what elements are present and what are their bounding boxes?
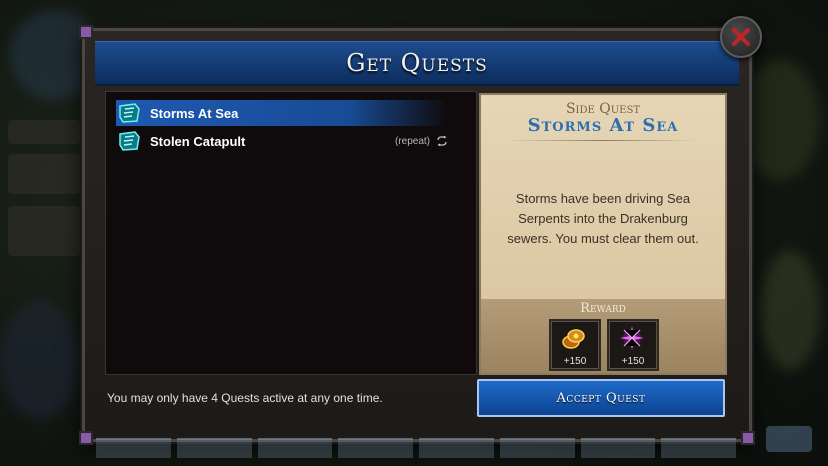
corner-widget bbox=[766, 426, 812, 452]
toolbar-slot bbox=[257, 438, 333, 458]
reward-amount: +150 bbox=[621, 356, 645, 367]
bottom-toolbar bbox=[96, 438, 736, 458]
toolbar-slot bbox=[499, 438, 575, 458]
toolbar-slot bbox=[661, 438, 736, 458]
toolbar-slot bbox=[338, 438, 413, 458]
quest-title: Storms At Sea bbox=[527, 115, 679, 136]
quest-list: Storms At Sea Stolen Catapult (repeat) bbox=[105, 91, 477, 375]
reward-amount: +150 bbox=[563, 356, 587, 367]
title-divider bbox=[507, 140, 699, 141]
dialog-title: Get Quests bbox=[346, 49, 488, 77]
quest-label: Storms At Sea bbox=[150, 105, 239, 121]
repeat-icon bbox=[437, 136, 447, 146]
frame-corner bbox=[79, 25, 93, 39]
frame-corner bbox=[741, 431, 755, 445]
quest-limit-note: You may only have 4 Quests active at any… bbox=[107, 391, 383, 405]
repeat-label: (repeat) bbox=[394, 135, 430, 147]
toolbar-slot bbox=[419, 438, 494, 458]
quest-scroll-icon bbox=[116, 100, 144, 126]
reward-label: Reward bbox=[580, 301, 626, 316]
purple-star-icon bbox=[620, 326, 644, 350]
close-x-icon bbox=[732, 28, 750, 46]
repeat-tag: (repeat) bbox=[395, 136, 448, 147]
toolbar-slot bbox=[176, 438, 252, 458]
quest-scroll-icon bbox=[116, 128, 144, 154]
close-button[interactable] bbox=[720, 16, 762, 58]
get-quests-dialog: Get Quests Storms At Sea Stolen Catapult… bbox=[79, 25, 755, 445]
quest-row-stolen-catapult[interactable]: Stolen Catapult (repeat) bbox=[116, 128, 448, 154]
quest-detail-panel: Side Quest Storms At Sea Storms have bee… bbox=[479, 93, 727, 375]
reward-section: Reward +150 +150 bbox=[481, 299, 725, 373]
quest-row-storms-at-sea[interactable]: Storms At Sea bbox=[116, 100, 448, 126]
quest-description: Storms have been driving Sea Serpents in… bbox=[507, 191, 699, 246]
toolbar-slot bbox=[96, 438, 171, 458]
accept-quest-button[interactable]: Accept Quest bbox=[477, 379, 725, 417]
reward-xp: +150 bbox=[607, 319, 659, 371]
frame-corner bbox=[79, 431, 93, 445]
reward-gold: +150 bbox=[549, 319, 601, 371]
toolbar-slot bbox=[580, 438, 656, 458]
quest-label: Stolen Catapult bbox=[150, 133, 246, 149]
gold-coins-icon bbox=[562, 329, 585, 349]
dialog-header: Get Quests bbox=[95, 41, 739, 86]
